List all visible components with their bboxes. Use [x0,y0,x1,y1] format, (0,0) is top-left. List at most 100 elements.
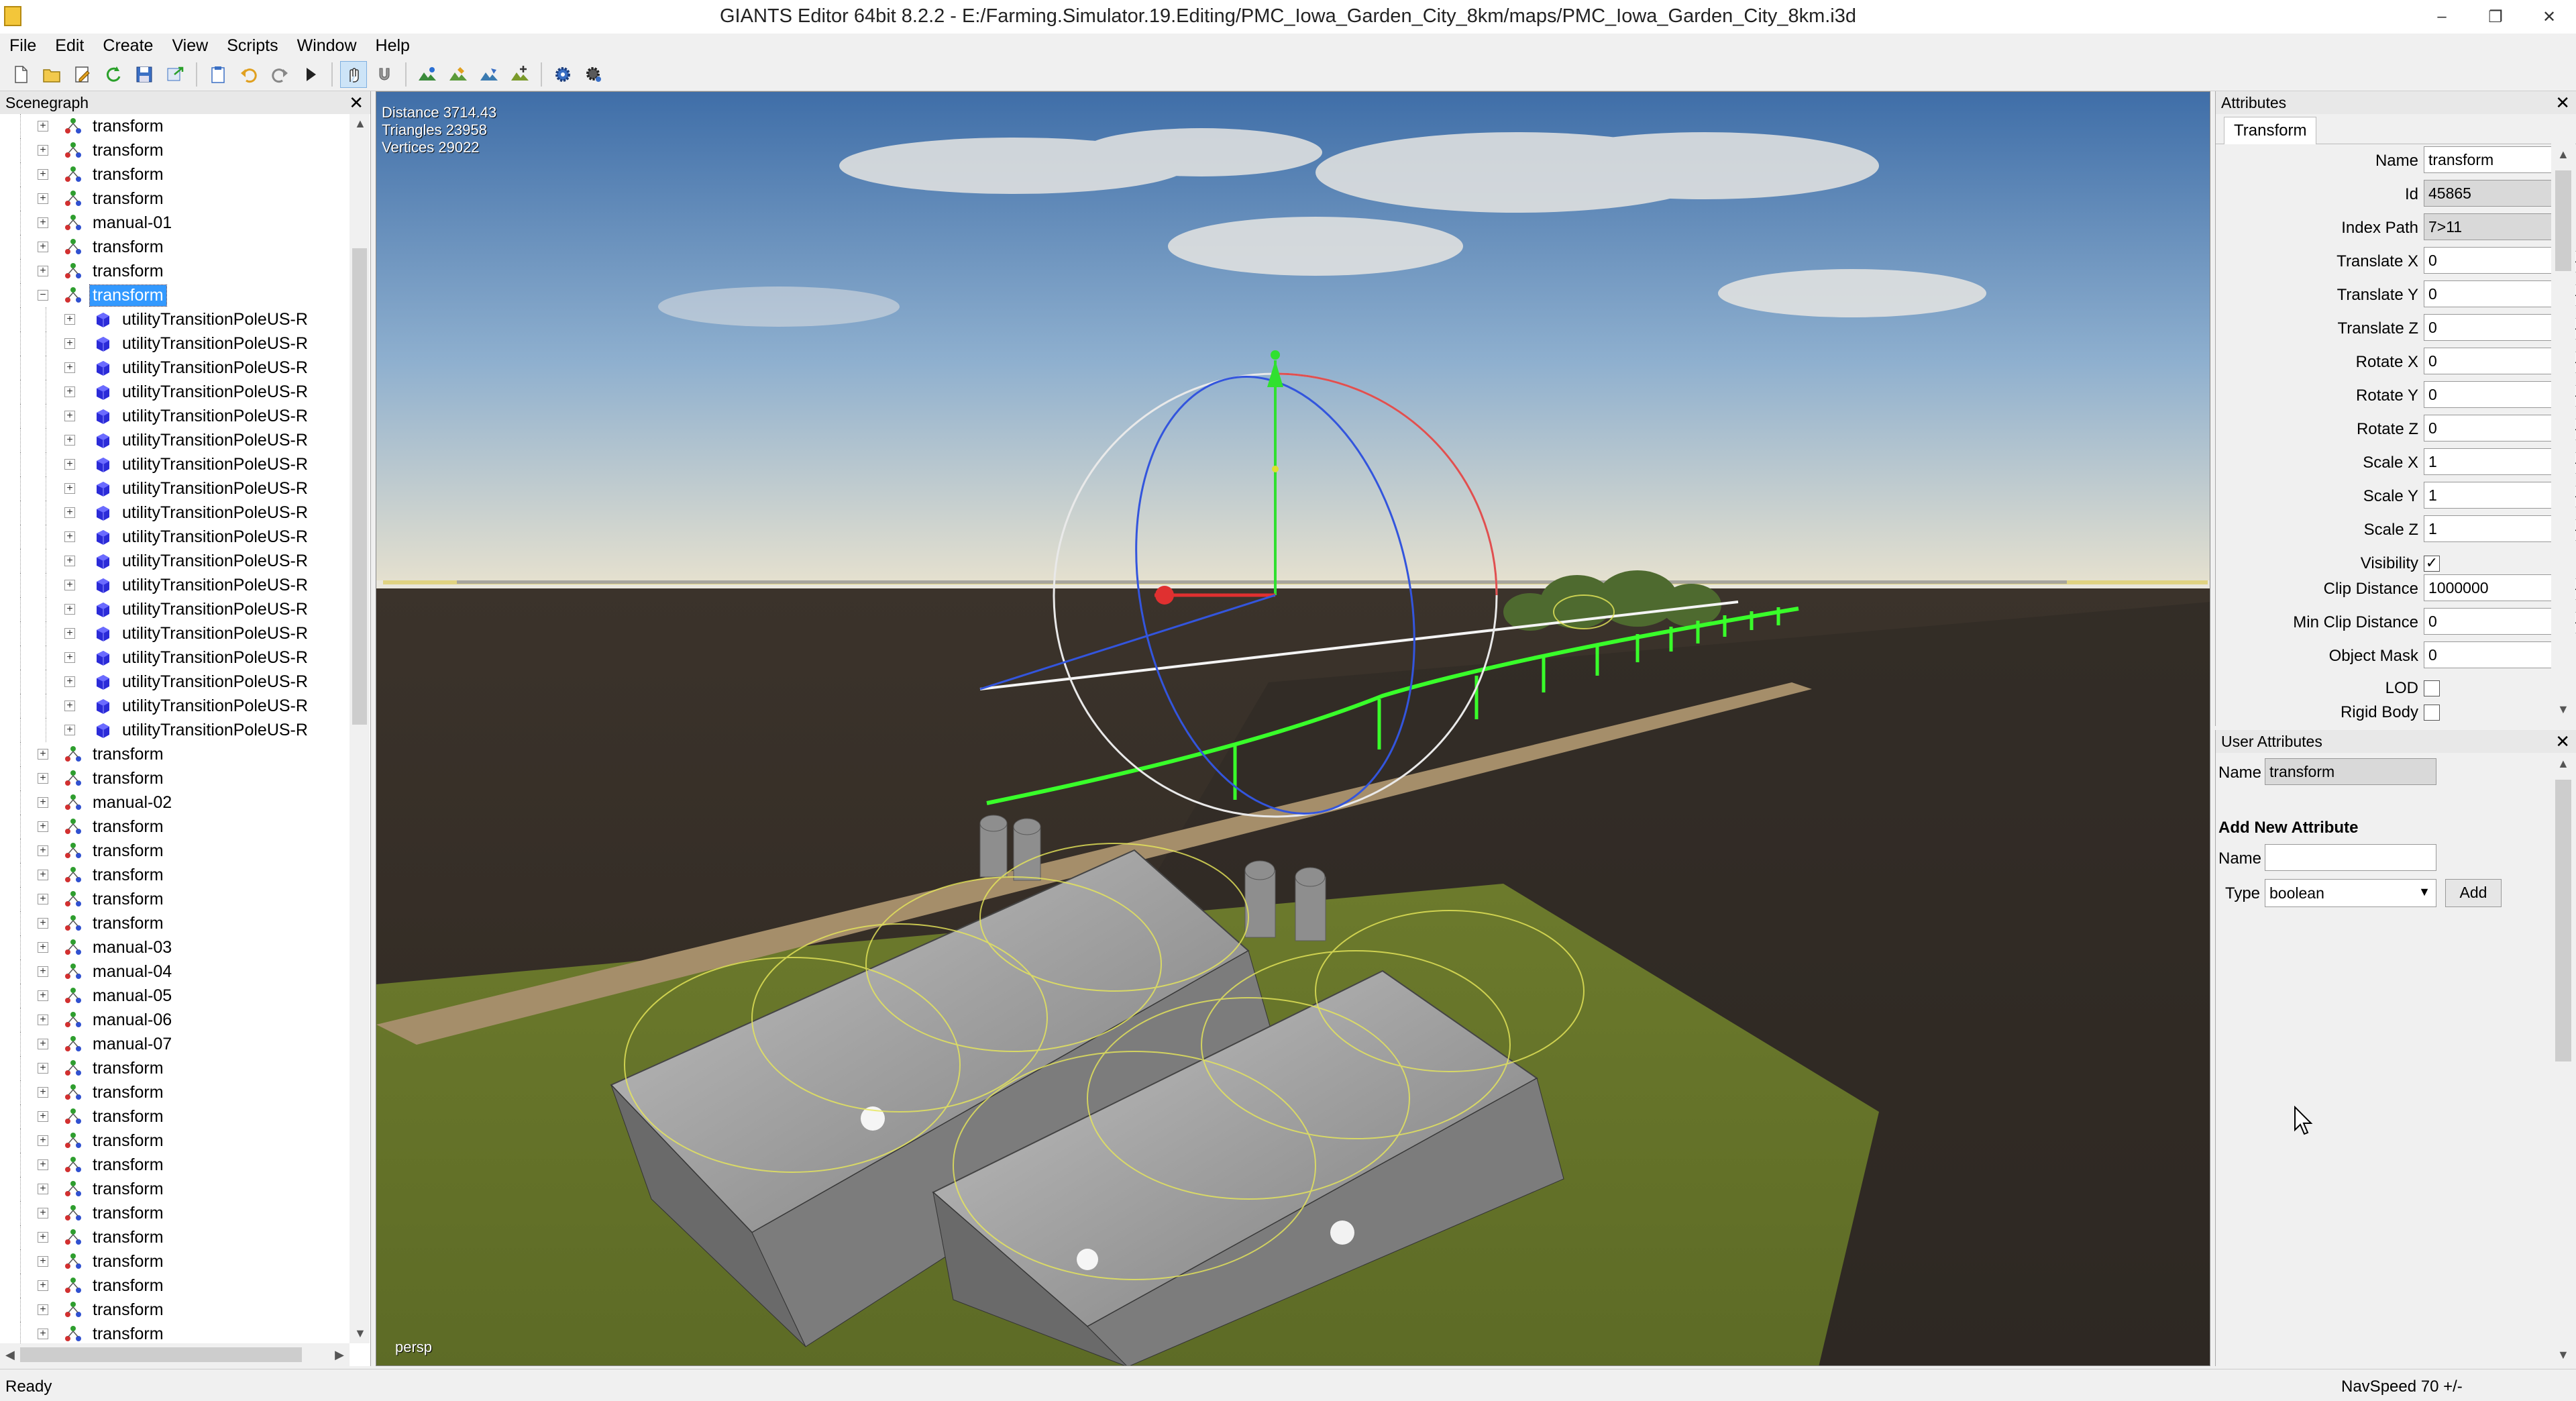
expand-icon[interactable]: + [64,701,75,711]
tree-row[interactable]: + transform [0,1129,349,1153]
expand-icon[interactable]: + [38,870,48,880]
expand-icon[interactable]: + [64,604,75,615]
reload-button[interactable] [100,61,127,88]
expand-icon[interactable]: + [64,459,75,470]
scenegraph-vertical-scrollbar[interactable]: ▲ ▼ [350,114,370,1343]
expand-icon[interactable]: + [38,121,48,132]
expand-icon[interactable]: + [38,821,48,832]
clipboard-button[interactable] [205,61,231,88]
settings-button[interactable] [549,61,576,88]
tree-row[interactable]: + transform [0,187,349,211]
tree-row[interactable]: + utilityTransitionPoleUS-R [0,621,349,645]
scroll-up-icon[interactable]: ▲ [354,117,366,131]
expand-icon[interactable]: + [64,652,75,663]
scrollbar-thumb[interactable] [2555,170,2571,271]
attr-checkbox[interactable] [2424,705,2440,721]
expand-icon[interactable]: + [38,1159,48,1170]
tree-row[interactable]: + utilityTransitionPoleUS-R [0,476,349,501]
scroll-down-icon[interactable]: ▼ [2557,703,2569,717]
menu-help[interactable]: Help [366,36,419,56]
tree-row[interactable]: − transform [0,283,349,307]
expand-icon[interactable]: + [64,386,75,397]
tree-row[interactable]: + transform [0,766,349,790]
tree-row[interactable]: + utilityTransitionPoleUS-R [0,452,349,476]
tree-row[interactable]: + transform [0,911,349,935]
export-button[interactable] [162,61,189,88]
menu-file[interactable]: File [0,36,46,56]
attr-field[interactable]: 0 [2424,641,2566,668]
expand-icon[interactable]: + [38,990,48,1001]
terrain-paint-button[interactable] [414,61,441,88]
tree-row[interactable]: + manual-05 [0,984,349,1008]
tree-row[interactable]: + manual-07 [0,1032,349,1056]
expand-icon[interactable]: + [38,942,48,953]
attr-field[interactable]: 1 [2424,482,2566,509]
tree-row[interactable]: + utilityTransitionPoleUS-R [0,645,349,670]
attributes-scrollbar[interactable]: ▲ ▼ [2551,144,2575,721]
save-button[interactable] [131,61,158,88]
placement-button[interactable] [506,61,533,88]
scroll-left-icon[interactable]: ◀ [5,1348,15,1362]
attributes-close-button[interactable]: ✕ [2555,93,2570,113]
tree-row[interactable]: + transform [0,235,349,259]
play-button[interactable] [297,61,324,88]
scenegraph-close-button[interactable]: ✕ [349,93,364,113]
scroll-up-icon[interactable]: ▲ [2557,757,2569,771]
attr-field[interactable]: 0 [2424,608,2566,635]
expand-icon[interactable]: + [38,966,48,977]
expand-icon[interactable]: + [38,169,48,180]
menu-edit[interactable]: Edit [46,36,93,56]
scroll-right-icon[interactable]: ▶ [335,1348,344,1362]
tree-row[interactable]: + transform [0,1153,349,1177]
tree-row[interactable]: + utilityTransitionPoleUS-R [0,718,349,742]
magnet-tool-button[interactable] [371,61,398,88]
scrollbar-thumb[interactable] [2555,780,2571,1061]
new-attr-name-input[interactable] [2265,844,2436,871]
expand-icon[interactable]: + [38,1256,48,1267]
scroll-up-icon[interactable]: ▲ [2557,148,2569,162]
attr-field[interactable]: 0 [2424,348,2566,374]
scenegraph-horizontal-scrollbar[interactable]: ◀ ▶ [0,1343,350,1366]
attr-field[interactable]: 1 [2424,448,2566,475]
close-window-button[interactable]: ✕ [2522,0,2576,34]
menu-scripts[interactable]: Scripts [217,36,287,56]
expand-icon[interactable]: + [38,1039,48,1049]
tree-row[interactable]: + utilityTransitionPoleUS-R [0,597,349,621]
tree-row[interactable]: + utilityTransitionPoleUS-R [0,331,349,356]
collapse-icon[interactable]: − [38,290,48,301]
redo-button[interactable] [266,61,293,88]
tree-row[interactable]: + utilityTransitionPoleUS-R [0,380,349,404]
menu-view[interactable]: View [162,36,217,56]
tree-row[interactable]: + transform [0,1104,349,1129]
expand-icon[interactable]: + [64,580,75,590]
expand-icon[interactable]: + [38,1208,48,1218]
attr-field[interactable]: 0 [2424,280,2566,307]
expand-icon[interactable]: + [38,845,48,856]
3d-viewport[interactable]: Distance 3714.43 Triangles 23958 Vertice… [376,91,2210,1366]
tree-row[interactable]: + transform [0,114,349,138]
tree-row[interactable]: + transform [0,839,349,863]
tree-row[interactable]: + transform [0,887,349,911]
tree-row[interactable]: + manual-01 [0,211,349,235]
expand-icon[interactable]: + [38,797,48,808]
expand-icon[interactable]: + [38,1280,48,1291]
tree-row[interactable]: + transform [0,259,349,283]
expand-icon[interactable]: + [38,749,48,760]
scrollbar-thumb[interactable] [20,1347,302,1362]
expand-icon[interactable]: + [38,1329,48,1339]
attr-checkbox[interactable] [2424,680,2440,696]
tools-button[interactable] [580,61,607,88]
tree-row[interactable]: + utilityTransitionPoleUS-R [0,501,349,525]
attr-field[interactable]: 0 [2424,314,2566,341]
expand-icon[interactable]: + [38,1111,48,1122]
tree-row[interactable]: + transform [0,1322,349,1343]
tree-row[interactable]: + manual-06 [0,1008,349,1032]
attr-field[interactable]: 0 [2424,247,2566,274]
expand-icon[interactable]: + [38,1135,48,1146]
tree-row[interactable]: + transform [0,1249,349,1274]
expand-icon[interactable]: + [38,918,48,929]
expand-icon[interactable]: + [38,1184,48,1194]
expand-icon[interactable]: + [38,1015,48,1025]
tree-row[interactable]: + manual-02 [0,790,349,815]
tree-row[interactable]: + transform [0,138,349,162]
